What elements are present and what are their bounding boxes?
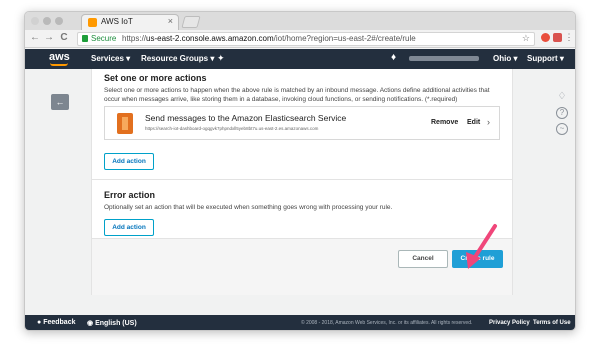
new-tab-button[interactable] <box>181 16 201 28</box>
zoom-window-dot[interactable] <box>55 17 63 25</box>
chevron-down-icon: ▾ <box>559 54 564 63</box>
url-bar[interactable]: Secure https://us-east-2.console.aws.ama… <box>77 32 535 46</box>
aws-favicon-icon <box>88 18 97 27</box>
browser-window: AWS IoT × ← → C Secure https://us-east-2… <box>24 11 576 331</box>
star-icon[interactable]: ☆ <box>522 33 530 44</box>
minimize-window-dot[interactable] <box>43 17 51 25</box>
address-toolbar: ← → C Secure https://us-east-2.console.a… <box>25 30 575 48</box>
forward-arrow-icon[interactable]: → <box>43 32 55 43</box>
tab-title: AWS IoT <box>101 17 133 26</box>
bell-icon[interactable]: ♦ <box>391 52 396 63</box>
aws-footer: ● Feedback ◉ English (US) © 2008 - 2018,… <box>25 315 575 330</box>
extension-icon[interactable] <box>553 33 562 42</box>
support-menu[interactable]: Support ▾ <box>527 54 564 63</box>
reload-icon[interactable]: C <box>58 32 70 43</box>
feedback-link[interactable]: ● Feedback <box>37 319 75 326</box>
lock-icon <box>82 35 88 42</box>
aws-smile-icon <box>50 63 68 66</box>
url-text: https://us-east-2.console.aws.amazon.com… <box>122 34 416 43</box>
account-menu[interactable] <box>409 56 479 61</box>
tab-aws-iot[interactable]: AWS IoT × <box>81 14 179 30</box>
extension-icon[interactable] <box>541 33 550 42</box>
chevron-down-icon: ▾ <box>513 54 518 63</box>
chat-bubble-icon: ● <box>37 319 42 326</box>
globe-icon: ◉ <box>87 320 94 327</box>
language-selector[interactable]: ◉ English (US) <box>87 319 137 327</box>
tab-strip: AWS IoT × <box>25 12 575 30</box>
annotation-arrow-icon <box>466 224 497 269</box>
services-menu[interactable]: Services ▾ <box>91 54 130 63</box>
back-arrow-icon[interactable]: ← <box>29 32 41 43</box>
main-content: ← ♢ ? ~ Set one or more actions Select o… <box>25 69 575 315</box>
tab-close-icon[interactable]: × <box>168 16 173 26</box>
aws-top-nav: aws Services ▾ Resource Groups ▾ ✦ ♦ Ohi… <box>25 49 575 69</box>
privacy-policy-link[interactable]: Privacy Policy <box>489 320 530 326</box>
secure-label: Secure <box>91 34 117 43</box>
chevron-down-icon: ▾ <box>126 54 131 63</box>
resource-groups-menu[interactable]: Resource Groups ▾ <box>141 54 214 63</box>
pin-icon[interactable]: ✦ <box>217 53 225 64</box>
region-menu[interactable]: Ohio ▾ <box>493 54 517 63</box>
chevron-down-icon: ▾ <box>210 54 215 63</box>
copyright-text: © 2008 - 2018, Amazon Web Services, Inc.… <box>301 320 473 326</box>
aws-logo[interactable]: aws <box>49 51 70 63</box>
browser-menu-icon[interactable]: ⋮ <box>563 32 575 43</box>
close-window-dot[interactable] <box>31 17 39 25</box>
terms-of-use-link[interactable]: Terms of Use <box>533 320 571 326</box>
